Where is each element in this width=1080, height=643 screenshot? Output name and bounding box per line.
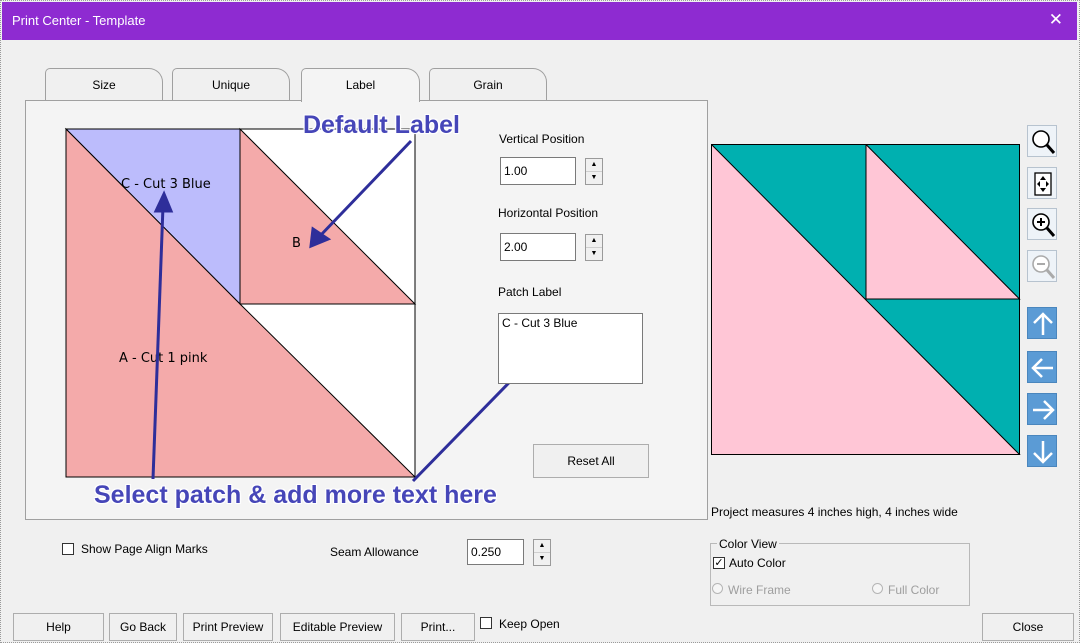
color-view-title: Color View: [717, 537, 779, 551]
seam-allowance-spinner[interactable]: ▲ ▼: [533, 539, 551, 566]
spin-up-icon[interactable]: ▲: [586, 235, 602, 248]
print-button[interactable]: Print...: [401, 613, 475, 641]
keep-open-label: Keep Open: [499, 617, 560, 631]
close-button[interactable]: Close: [982, 613, 1074, 641]
show-page-align-marks-checkbox[interactable]: [62, 543, 74, 555]
zoom-out-button[interactable]: [1027, 250, 1057, 282]
zoom-in-icon: [1032, 213, 1056, 237]
spin-down-icon[interactable]: ▼: [586, 248, 602, 261]
fit-page-button[interactable]: [1027, 167, 1057, 199]
arrow-right-icon: [1033, 400, 1055, 420]
tab-label[interactable]: Label: [301, 68, 420, 102]
horizontal-position-field[interactable]: [500, 233, 576, 261]
go-back-button[interactable]: Go Back: [109, 613, 177, 641]
measure-text: Project measures 4 inches high, 4 inches…: [711, 505, 958, 519]
vertical-position-spinner[interactable]: ▲ ▼: [585, 158, 603, 185]
wire-frame-label: Wire Frame: [728, 583, 791, 597]
print-preview-button[interactable]: Print Preview: [183, 613, 273, 641]
move-right-button[interactable]: [1027, 393, 1057, 425]
move-left-button[interactable]: [1027, 351, 1057, 383]
patch-b-label: B: [292, 236, 301, 251]
auto-color-checkbox[interactable]: ✓: [713, 557, 725, 569]
preview-canvas: [711, 144, 1021, 455]
keep-open-checkbox[interactable]: [480, 617, 492, 629]
move-down-button[interactable]: [1027, 435, 1057, 467]
seam-allowance-field[interactable]: [467, 539, 524, 565]
vertical-position-field[interactable]: [500, 157, 576, 185]
close-icon[interactable]: ✕: [1049, 11, 1063, 28]
spin-down-icon[interactable]: ▼: [534, 553, 550, 566]
move-up-button[interactable]: [1027, 307, 1057, 339]
patch-c-label: C - Cut 3 Blue: [121, 177, 211, 192]
default-label-annotation: Default Label: [303, 111, 460, 139]
print-center-window: Print Center - Template ✕ Size Unique La…: [0, 0, 1080, 643]
fit-page-icon: [1034, 172, 1052, 196]
zoom-out-icon: [1032, 255, 1056, 279]
spin-down-icon[interactable]: ▼: [586, 172, 602, 185]
reset-all-button[interactable]: Reset All: [533, 444, 649, 478]
select-patch-annotation: Select patch & add more text here: [94, 481, 497, 509]
zoom-icon: [1032, 130, 1056, 154]
horizontal-position-spinner[interactable]: ▲ ▼: [585, 234, 603, 261]
help-button[interactable]: Help: [13, 613, 104, 641]
tab-label-label: Label: [345, 78, 376, 92]
zoom-button[interactable]: [1027, 125, 1057, 157]
checkmark-icon: ✓: [714, 557, 724, 569]
patch-a-label: A - Cut 1 pink: [119, 351, 208, 366]
arrow-left-icon: [1031, 358, 1053, 378]
seam-allowance-label: Seam Allowance: [330, 545, 419, 559]
patch-label-label: Patch Label: [498, 285, 562, 299]
spin-up-icon[interactable]: ▲: [534, 540, 550, 553]
editable-preview-button[interactable]: Editable Preview: [280, 613, 395, 641]
horizontal-position-label: Horizontal Position: [498, 206, 599, 220]
full-color-label: Full Color: [888, 583, 940, 597]
auto-color-label: Auto Color: [729, 556, 786, 570]
patch-label-textarea[interactable]: C - Cut 3 Blue: [498, 313, 643, 384]
show-page-align-marks-label: Show Page Align Marks: [81, 542, 208, 556]
spin-up-icon[interactable]: ▲: [586, 159, 602, 172]
wire-frame-radio[interactable]: [712, 583, 723, 594]
arrow-up-icon: [1033, 312, 1053, 335]
vertical-position-label: Vertical Position: [499, 132, 585, 146]
zoom-in-button[interactable]: [1027, 208, 1057, 240]
full-color-radio[interactable]: [872, 583, 883, 594]
arrow-down-icon: [1033, 441, 1053, 464]
